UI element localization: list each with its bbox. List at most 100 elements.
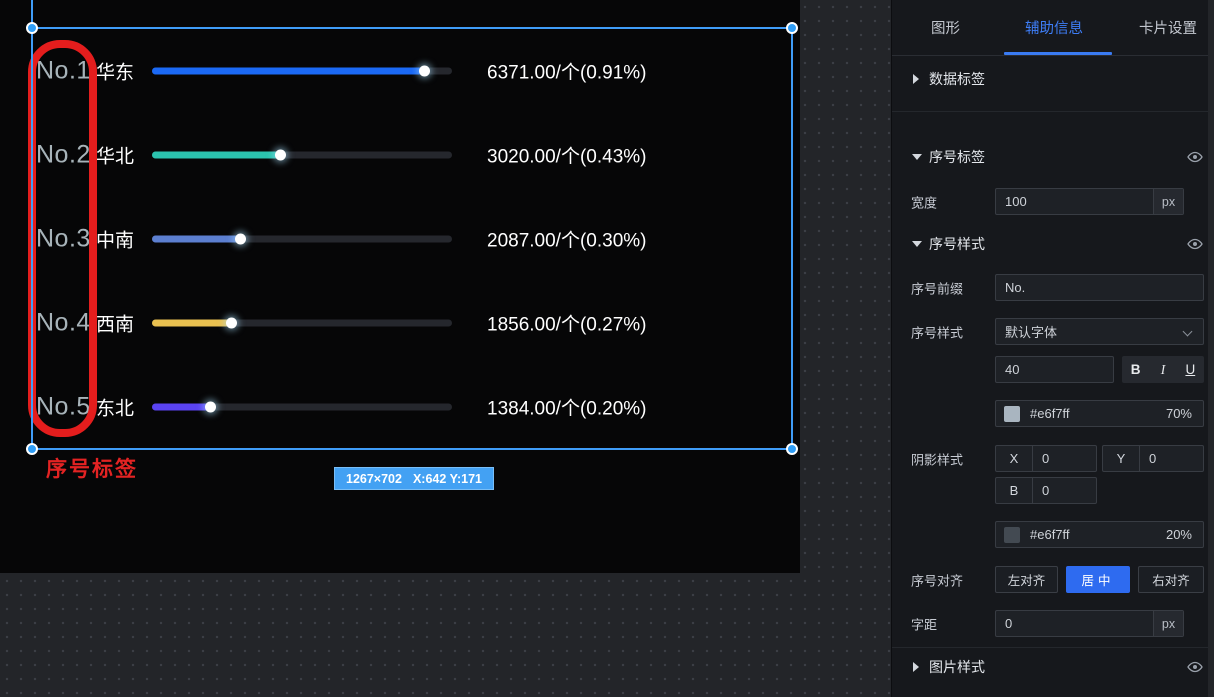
spacing-input-group: px: [995, 610, 1184, 637]
field-index-font: 序号样式 默认字体: [892, 318, 1209, 345]
field-shadow-blur: B: [892, 477, 1209, 504]
section-title: 图片样式: [929, 657, 985, 677]
bar-fill: [152, 404, 211, 411]
shadow-blur-group: B: [995, 477, 1097, 504]
dashboard-editor: No.1 华东 6371.00/个(0.91%) No.2 华北 3020.0: [0, 0, 1214, 697]
chart-row: No.2 华北 3020.00/个(0.43%): [0, 135, 800, 175]
field-label: 宽度: [911, 192, 937, 211]
chart-row: No.3 中南 2087.00/个(0.30%): [0, 219, 800, 259]
field-width: 宽度 px: [892, 188, 1209, 215]
resize-handle-top-left[interactable]: [26, 22, 38, 34]
bar-track: [152, 404, 452, 411]
shadow-blur-label: B: [996, 478, 1033, 503]
font-size-input[interactable]: [996, 357, 1113, 382]
bar-endpoint-dot: [226, 318, 237, 329]
width-input-group: px: [995, 188, 1184, 215]
color-picker[interactable]: #e6f7ff 20%: [995, 521, 1204, 548]
collapse-arrow-icon[interactable]: [913, 74, 919, 84]
chevron-down-icon: [1183, 327, 1193, 337]
color-hex-value: #e6f7ff: [1020, 406, 1166, 421]
section-image-style[interactable]: 图片样式: [892, 652, 1209, 682]
shadow-blur-input[interactable]: [1033, 478, 1096, 503]
resize-handle-top-right[interactable]: [786, 22, 798, 34]
width-input[interactable]: [996, 189, 1153, 214]
field-index-prefix: 序号前缀: [892, 274, 1209, 301]
field-shadow: 阴影样式 X Y: [892, 445, 1209, 472]
size-readout: 1267×702: [346, 472, 402, 486]
chart-row: No.4 西南 1856.00/个(0.27%): [0, 303, 800, 343]
align-left-button[interactable]: 左对齐: [995, 566, 1058, 593]
shadow-y-group: Y: [1102, 445, 1204, 472]
section-title: 数据标签: [929, 69, 985, 89]
field-font-size: B I U: [892, 356, 1209, 383]
italic-button[interactable]: I: [1149, 356, 1176, 383]
bar-fill: [152, 68, 425, 75]
bar-track: [152, 236, 452, 243]
tab-graphic[interactable]: 图形: [931, 17, 960, 38]
shadow-y-label: Y: [1103, 446, 1140, 471]
color-opacity-value: 20%: [1166, 527, 1203, 542]
annotation-label: 序号标签: [46, 453, 138, 483]
field-label: 字距: [911, 614, 937, 633]
spacing-input[interactable]: [996, 611, 1153, 636]
region-label: 东北: [96, 394, 134, 421]
value-label: 6371.00/个(0.91%): [487, 58, 647, 85]
field-shadow-color: #e6f7ff 20%: [892, 521, 1209, 548]
field-label: 序号对齐: [911, 570, 963, 589]
section-data-label[interactable]: 数据标签: [892, 64, 1209, 94]
region-label: 华北: [96, 142, 134, 169]
align-right-button[interactable]: 右对齐: [1138, 566, 1204, 593]
panel-scrollbar[interactable]: [1208, 0, 1214, 697]
prefix-input-group: [995, 274, 1204, 301]
shadow-y-input[interactable]: [1140, 446, 1203, 471]
visibility-eye-icon[interactable]: [1187, 236, 1203, 252]
color-swatch[interactable]: [1004, 527, 1020, 543]
prefix-input[interactable]: [996, 275, 1203, 300]
color-swatch[interactable]: [1004, 406, 1020, 422]
chart-row: No.5 东北 1384.00/个(0.20%): [0, 387, 800, 427]
divider: [892, 55, 1214, 56]
value-label: 1856.00/个(0.27%): [487, 310, 647, 337]
section-index-label[interactable]: 序号标签: [892, 142, 1209, 172]
bar-track: [152, 320, 452, 327]
shadow-x-input[interactable]: [1033, 446, 1096, 471]
shadow-x-label: X: [996, 446, 1033, 471]
visibility-eye-icon[interactable]: [1187, 149, 1203, 165]
font-select[interactable]: 默认字体: [995, 318, 1204, 345]
field-label: 序号前缀: [911, 278, 963, 297]
resize-handle-bottom-right[interactable]: [786, 443, 798, 455]
font-size-input-group: [995, 356, 1114, 383]
bar-endpoint-dot: [205, 402, 216, 413]
divider: [892, 647, 1214, 648]
annotation-highlight-box: [28, 40, 97, 437]
tab-auxiliary-info[interactable]: 辅助信息: [1025, 17, 1083, 38]
expand-arrow-icon[interactable]: [912, 154, 922, 160]
position-readout: X:642 Y:171: [413, 472, 482, 486]
field-font-color: #e6f7ff 70%: [892, 400, 1209, 427]
field-index-align: 序号对齐 左对齐 居中 右对齐: [892, 566, 1209, 593]
size-position-badge: 1267×702 X:642 Y:171: [334, 467, 494, 490]
text-style-buttons: B I U: [1122, 356, 1204, 383]
section-index-style[interactable]: 序号样式: [892, 229, 1209, 259]
region-label: 中南: [96, 226, 134, 253]
underline-button[interactable]: U: [1177, 356, 1204, 383]
resize-handle-bottom-left[interactable]: [26, 443, 38, 455]
bar-endpoint-dot: [275, 150, 286, 161]
bar-fill: [152, 320, 232, 327]
tab-card-settings[interactable]: 卡片设置: [1139, 17, 1197, 38]
bold-button[interactable]: B: [1122, 356, 1149, 383]
panel-tabs: 图形 辅助信息 卡片设置: [892, 0, 1214, 55]
bar-fill: [152, 152, 281, 159]
align-center-button[interactable]: 居中: [1066, 566, 1130, 593]
collapse-arrow-icon[interactable]: [913, 662, 919, 672]
divider: [892, 111, 1214, 112]
unit-px: px: [1153, 611, 1183, 636]
font-select-value: 默认字体: [996, 322, 1184, 341]
field-label: 序号样式: [911, 322, 963, 341]
value-label: 3020.00/个(0.43%): [487, 142, 647, 169]
field-label: 阴影样式: [911, 449, 963, 468]
expand-arrow-icon[interactable]: [912, 241, 922, 247]
visibility-eye-icon[interactable]: [1187, 659, 1203, 675]
field-letter-spacing: 字距 px: [892, 610, 1209, 637]
color-picker[interactable]: #e6f7ff 70%: [995, 400, 1204, 427]
